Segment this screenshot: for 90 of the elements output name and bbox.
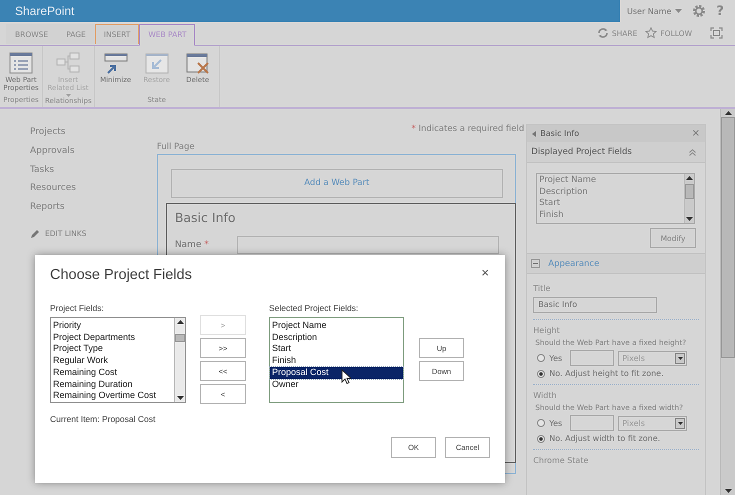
- brand-title[interactable]: SharePoint: [15, 4, 74, 18]
- list-item[interactable]: Regular Work: [51, 355, 174, 367]
- scrollbar[interactable]: [720, 109, 735, 495]
- radio-label: Yes: [549, 418, 562, 428]
- list-item[interactable]: Proposal Cost: [270, 366, 403, 379]
- dropdown-arrow-icon: [678, 422, 683, 424]
- scroll-up-arrow-icon: [686, 176, 694, 180]
- nav-link[interactable]: Approvals: [30, 146, 75, 165]
- list-item[interactable]: Description: [539, 186, 682, 198]
- radio-button[interactable]: [537, 419, 546, 427]
- scroll-thumb[interactable]: [685, 184, 694, 199]
- list-item[interactable]: Start: [539, 198, 682, 210]
- pencil-icon: [30, 228, 40, 239]
- list-item[interactable]: Finish: [270, 355, 403, 367]
- user-menu[interactable]: User Name: [627, 6, 672, 16]
- caret-icon: [66, 94, 70, 97]
- list-item[interactable]: Project Departments: [51, 332, 174, 344]
- dialog-title: Choose Project Fields: [50, 267, 192, 283]
- minimize-icon: [104, 52, 128, 74]
- field-label: Width: [533, 391, 558, 400]
- list-item[interactable]: Remaining Cost: [51, 366, 174, 379]
- list-item[interactable]: Description: [270, 332, 403, 344]
- list-box[interactable]: Project Name Description Start Finish Proposal Cost Owner: [269, 317, 404, 403]
- unit-dropdown[interactable]: Pixels: [618, 350, 688, 366]
- section-title: Displayed Project Fields: [531, 147, 632, 157]
- nav-link[interactable]: Resources: [30, 183, 76, 202]
- list-item[interactable]: Finish: [539, 210, 682, 222]
- radio-label: Yes: [549, 354, 562, 362]
- list-item[interactable]: Project Type: [51, 343, 174, 356]
- radio-label: No. Adjust width to fit zone.: [549, 434, 660, 443]
- restore-icon: [144, 52, 169, 74]
- scroll-down-arrow-icon: [176, 396, 184, 400]
- collapse-arrow-icon: [532, 130, 536, 136]
- delete-icon: [186, 52, 210, 74]
- size-field[interactable]: [570, 350, 614, 366]
- text-field[interactable]: [236, 236, 499, 254]
- section-link[interactable]: Appearance: [548, 258, 600, 268]
- field-label: Chrome State: [533, 456, 590, 465]
- list-box[interactable]: Priority Project Departments Project Type Regular Work Remaining Cost Remaining Duration Remaining Overtime Cost: [50, 317, 186, 403]
- dropdown-arrow-icon: [678, 356, 683, 360]
- scroll-up-arrow-icon: [176, 320, 184, 324]
- radio-label: No. Adjust height to fit zone.: [549, 369, 664, 378]
- close-button[interactable]: ×: [692, 128, 700, 139]
- radio-button[interactable]: [537, 434, 546, 442]
- scrollbar[interactable]: [174, 318, 185, 402]
- radio-button[interactable]: [537, 354, 546, 362]
- scroll-down-arrow-icon: [686, 217, 694, 221]
- tool-pane-title: Basic Info: [540, 129, 580, 138]
- minus-icon: [533, 261, 538, 266]
- close-button[interactable]: ×: [481, 265, 489, 280]
- list-item[interactable]: Remaining Overtime Cost: [51, 390, 174, 402]
- size-field[interactable]: [570, 415, 614, 431]
- focus-icon: [710, 27, 723, 39]
- list-box[interactable]: Project Name Description Start Finish: [536, 173, 696, 224]
- list-label: Selected Project Fields:: [269, 303, 360, 315]
- mouse-pointer-icon: [341, 369, 351, 384]
- scroll-down-arrow-icon: [724, 489, 732, 493]
- double-chevron-up-icon: [689, 148, 696, 156]
- list-item[interactable]: Remaining Duration: [51, 378, 174, 390]
- field-label: Title: [533, 284, 552, 293]
- scrollbar[interactable]: [684, 174, 694, 223]
- required-note: * Indicates a required field: [410, 124, 526, 134]
- list-item[interactable]: Start: [270, 343, 403, 356]
- unit-dropdown[interactable]: Pixels: [618, 416, 688, 430]
- current-item-text: Current Item: Proposal Cost: [50, 414, 156, 424]
- scroll-thumb[interactable]: [175, 334, 185, 342]
- sync-icon: [596, 27, 609, 39]
- radio-button[interactable]: [537, 370, 546, 378]
- nav-link[interactable]: Reports: [30, 202, 65, 221]
- field-label: Height: [533, 326, 561, 335]
- list-label: Project Fields:: [50, 303, 105, 315]
- list-item[interactable]: Owner: [270, 378, 403, 390]
- collapse-toggle[interactable]: [531, 259, 540, 268]
- scroll-thumb[interactable]: [721, 117, 735, 358]
- web-part-title: Basic Info: [174, 210, 237, 225]
- list-item[interactable]: Project Name: [270, 320, 403, 332]
- field-label: Name *: [174, 240, 210, 250]
- properties-icon: [9, 52, 33, 74]
- nav-link[interactable]: Tasks: [30, 164, 54, 184]
- help-icon[interactable]: ?: [716, 4, 724, 18]
- zone-label: Full Page: [156, 142, 196, 154]
- nav-link[interactable]: Projects: [30, 127, 66, 146]
- scroll-up-arrow-icon: [724, 111, 732, 115]
- caret-icon: [675, 9, 682, 13]
- title-field[interactable]: Basic Info: [533, 297, 658, 313]
- add-web-part-button[interactable]: Add a Web Part: [170, 169, 503, 198]
- settings-icon: [692, 4, 706, 18]
- list-item[interactable]: Project Name: [539, 175, 682, 187]
- list-item[interactable]: Priority: [51, 320, 174, 332]
- star-icon: [645, 27, 658, 39]
